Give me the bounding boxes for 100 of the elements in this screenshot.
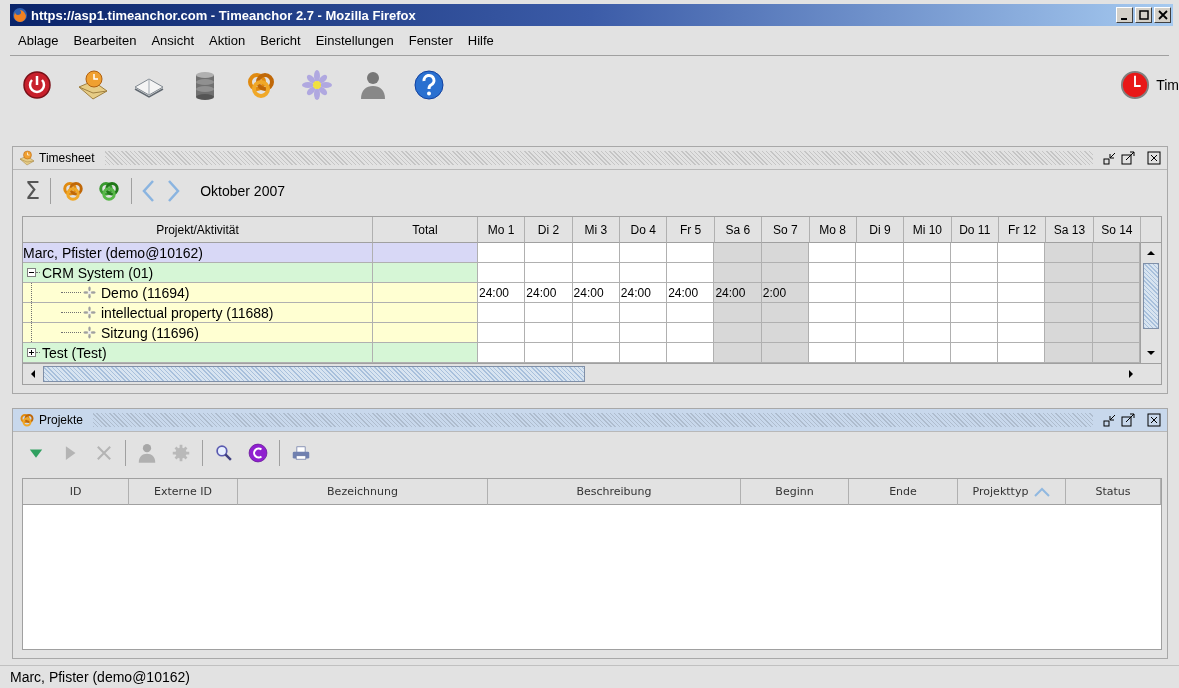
tree-cell[interactable]: Sitzung (11696) <box>23 323 373 343</box>
hours-cell[interactable] <box>619 343 668 363</box>
hours-cell[interactable] <box>619 263 668 283</box>
hours-cell[interactable] <box>950 303 999 323</box>
hours-cell[interactable] <box>714 303 762 323</box>
maximize-button[interactable] <box>1135 7 1152 23</box>
hours-cell[interactable] <box>856 343 904 363</box>
hours-cell[interactable] <box>998 243 1046 263</box>
hours-cell[interactable] <box>856 263 904 283</box>
menu-item[interactable]: Aktion <box>209 33 246 48</box>
hours-cell[interactable] <box>950 243 999 263</box>
hours-cell[interactable] <box>950 323 999 343</box>
hours-cell[interactable] <box>1045 243 1093 263</box>
hours-cell[interactable]: 2:00 <box>761 283 809 303</box>
hours-cell[interactable] <box>903 243 951 263</box>
hours-cell[interactable] <box>950 343 999 363</box>
expand-toggle-icon[interactable] <box>27 348 36 357</box>
menu-item[interactable]: Fenster <box>408 33 453 48</box>
hours-cell[interactable] <box>619 323 668 343</box>
hours-cell[interactable] <box>478 243 526 263</box>
left-arrow-icon[interactable] <box>29 370 37 378</box>
hours-cell[interactable] <box>572 343 620 363</box>
column-header[interactable]: ID <box>23 479 129 505</box>
hours-cell[interactable] <box>1045 263 1093 283</box>
hours-cell[interactable] <box>619 243 668 263</box>
column-header[interactable]: Externe ID <box>129 479 238 505</box>
hours-cell[interactable] <box>761 243 809 263</box>
hours-cell[interactable]: 24:00 <box>667 283 715 303</box>
hours-cell[interactable] <box>903 283 951 303</box>
hours-cell[interactable] <box>998 323 1046 343</box>
hours-cell[interactable] <box>572 303 620 323</box>
hours-cell[interactable] <box>1045 323 1093 343</box>
hours-cell[interactable] <box>667 303 715 323</box>
hours-cell[interactable] <box>525 263 573 283</box>
hours-cell[interactable] <box>572 243 620 263</box>
toolbar-button[interactable] <box>20 68 54 102</box>
tree-cell[interactable]: Test (Test) <box>23 343 373 363</box>
scroll-thumb[interactable] <box>1143 263 1159 329</box>
menu-item[interactable]: Hilfe <box>467 33 494 48</box>
menu-item[interactable]: Ablage <box>18 33 59 48</box>
menu-item[interactable]: Bearbeiten <box>73 33 137 48</box>
hours-cell[interactable]: 24:00 <box>478 283 526 303</box>
hours-cell[interactable] <box>809 283 857 303</box>
menu-item[interactable]: Einstellungen <box>315 33 394 48</box>
horizontal-scrollbar[interactable] <box>23 363 1161 384</box>
restore-icon[interactable] <box>1103 413 1117 427</box>
hours-cell[interactable] <box>809 243 857 263</box>
hours-cell[interactable] <box>478 343 526 363</box>
hours-cell[interactable] <box>809 343 857 363</box>
hours-cell[interactable] <box>761 323 809 343</box>
tree-cell[interactable]: Demo (11694) <box>23 283 373 303</box>
hours-cell[interactable] <box>856 303 904 323</box>
hours-cell[interactable] <box>903 263 951 283</box>
maximize-icon[interactable] <box>1121 151 1135 165</box>
hours-cell[interactable] <box>714 343 762 363</box>
hours-cell[interactable] <box>856 283 904 303</box>
hours-cell[interactable] <box>903 343 951 363</box>
close-icon[interactable] <box>1147 151 1161 165</box>
hours-cell[interactable] <box>1092 263 1140 283</box>
hours-cell[interactable] <box>856 323 904 343</box>
hours-cell[interactable] <box>478 323 526 343</box>
hours-cell[interactable] <box>667 243 715 263</box>
column-header[interactable]: Projekttyp <box>958 479 1066 505</box>
hours-cell[interactable] <box>903 323 951 343</box>
hours-cell[interactable] <box>950 283 999 303</box>
hours-cell[interactable] <box>903 303 951 323</box>
menu-item[interactable]: Ansicht <box>151 33 194 48</box>
minimize-button[interactable] <box>1116 7 1133 23</box>
hours-cell[interactable] <box>714 323 762 343</box>
column-header[interactable]: Beschreibung <box>488 479 741 505</box>
tree-cell[interactable]: Marc, Pfister (demo@10162) <box>23 243 373 263</box>
toolbar-button[interactable] <box>412 68 446 102</box>
scroll-thumb[interactable] <box>43 366 585 382</box>
hours-cell[interactable]: 24:00 <box>572 283 620 303</box>
hours-cell[interactable] <box>525 323 573 343</box>
hours-cell[interactable] <box>1092 283 1140 303</box>
hours-cell[interactable] <box>1092 343 1140 363</box>
hours-cell[interactable] <box>950 263 999 283</box>
hours-cell[interactable] <box>1045 303 1093 323</box>
vertical-scrollbar[interactable] <box>1140 243 1161 363</box>
tree-cell[interactable]: CRM System (01) <box>23 263 373 283</box>
hours-cell[interactable] <box>809 263 857 283</box>
hours-cell[interactable] <box>998 263 1046 283</box>
down-arrow-icon[interactable] <box>1147 349 1155 357</box>
hours-cell[interactable] <box>1092 243 1140 263</box>
clock-icon[interactable] <box>1120 70 1151 100</box>
hours-cell[interactable] <box>478 303 526 323</box>
hours-cell[interactable] <box>714 243 762 263</box>
hours-cell[interactable] <box>619 303 668 323</box>
close-icon[interactable] <box>1147 413 1161 427</box>
hours-cell[interactable] <box>998 303 1046 323</box>
column-header[interactable]: Beginn <box>741 479 849 505</box>
right-arrow-icon[interactable] <box>1127 370 1135 378</box>
tree-cell[interactable]: intellectual property (11688) <box>23 303 373 323</box>
hours-cell[interactable] <box>1045 283 1093 303</box>
hours-cell[interactable] <box>1092 323 1140 343</box>
hours-cell[interactable] <box>572 263 620 283</box>
up-arrow-icon[interactable] <box>1147 249 1155 257</box>
sum-button[interactable]: Σ <box>23 176 43 206</box>
maximize-icon[interactable] <box>1121 413 1135 427</box>
